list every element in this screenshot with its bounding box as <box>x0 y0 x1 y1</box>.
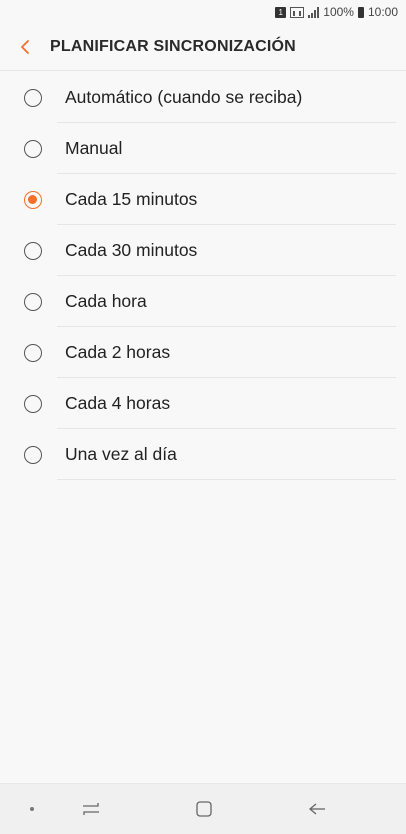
option-label: Cada 2 horas <box>65 342 171 362</box>
clock: 10:00 <box>367 5 398 19</box>
option-manual[interactable]: Manual <box>0 123 406 174</box>
back-arrow-icon[interactable] <box>306 784 328 834</box>
back-button[interactable] <box>0 24 50 70</box>
option-label: Cada 30 minutos <box>65 240 198 260</box>
option-every-4-hours[interactable]: Cada 4 horas <box>0 378 406 429</box>
option-every-15-minutes[interactable]: Cada 15 minutos <box>0 174 406 225</box>
divider <box>57 479 396 480</box>
navigation-bar <box>0 783 406 834</box>
status-bar: 1 100% 10:00 <box>0 0 406 24</box>
page-title: PLANIFICAR SINCRONIZACIÓN <box>50 38 296 55</box>
chevron-left-icon <box>21 40 29 54</box>
option-label: Cada 4 horas <box>65 393 171 413</box>
sim-icon: 1 <box>275 6 287 18</box>
radio-button[interactable] <box>24 292 42 311</box>
option-every-2-hours[interactable]: Cada 2 horas <box>0 327 406 378</box>
app-bar: PLANIFICAR SINCRONIZACIÓN <box>0 24 406 71</box>
radio-button[interactable] <box>24 445 42 464</box>
option-label: Una vez al día <box>65 444 177 464</box>
option-every-hour[interactable]: Cada hora <box>0 276 406 327</box>
option-once-a-day[interactable]: Una vez al día <box>0 429 406 480</box>
radio-button-selected[interactable] <box>24 190 42 209</box>
battery-percentage: 100% <box>323 5 354 19</box>
dot-icon[interactable] <box>22 784 42 834</box>
recents-icon[interactable] <box>78 784 104 834</box>
option-label: Cada hora <box>65 291 147 311</box>
option-label: Automático (cuando se reciba) <box>65 87 303 107</box>
radio-button[interactable] <box>24 343 42 362</box>
radio-button[interactable] <box>24 139 42 158</box>
radio-button[interactable] <box>24 88 42 107</box>
signal-bars-icon <box>308 6 320 18</box>
radio-button[interactable] <box>24 394 42 413</box>
option-label: Cada 15 minutos <box>65 189 198 209</box>
option-automatic[interactable]: Automático (cuando se reciba) <box>0 72 406 123</box>
sync-options-list: Automático (cuando se reciba) Manual Cad… <box>0 72 406 480</box>
signal-box-icon <box>290 6 305 18</box>
home-icon[interactable] <box>194 784 214 834</box>
option-every-30-minutes[interactable]: Cada 30 minutos <box>0 225 406 276</box>
battery-icon <box>357 6 364 18</box>
option-label: Manual <box>65 138 123 158</box>
radio-button[interactable] <box>24 241 42 260</box>
